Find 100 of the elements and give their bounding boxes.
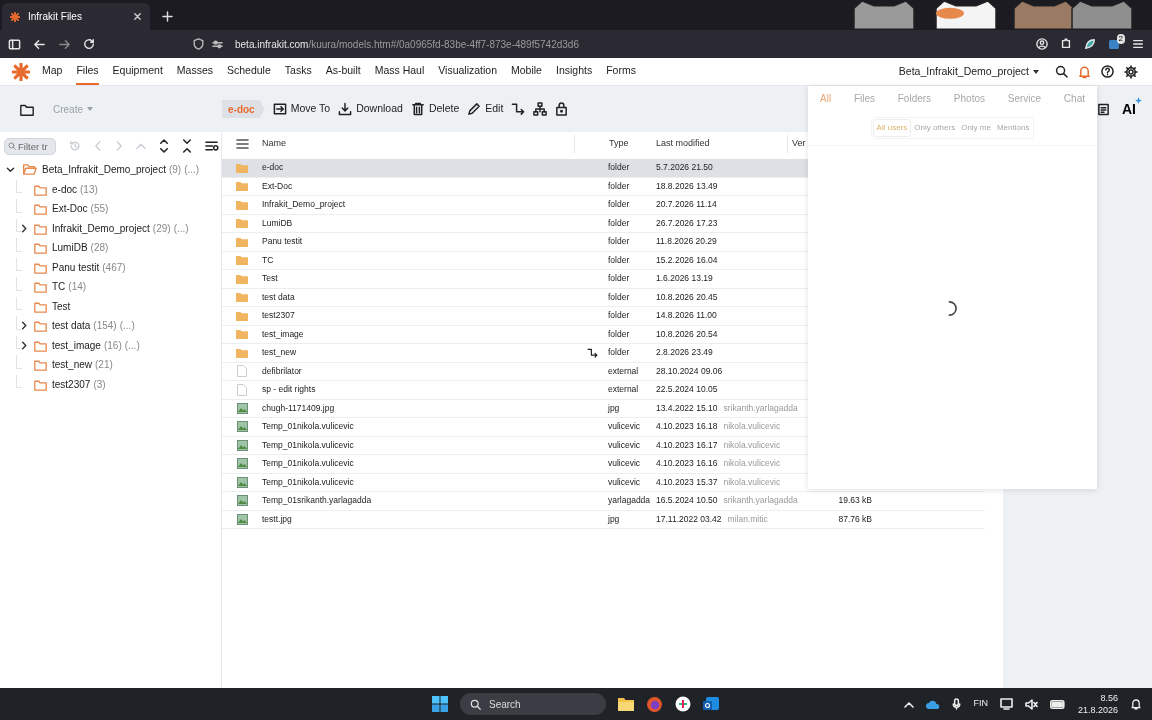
nav-tab[interactable]: Forms: [606, 58, 636, 85]
sidebar-icon[interactable]: [8, 37, 21, 51]
folder-icon: [33, 202, 48, 216]
tree-item[interactable]: test_image: [52, 337, 101, 353]
nav-tab[interactable]: Masses: [176, 58, 213, 85]
settings-icon[interactable]: [1124, 64, 1138, 79]
move-button[interactable]: Move To: [272, 101, 331, 117]
tree-item[interactable]: test_new: [52, 357, 93, 373]
new-tab-icon[interactable]: [162, 11, 173, 22]
url-field[interactable]: beta.infrakit.com/kuura/models.htm#/0a0965fd-83be-4ff7-873e-489f5742d3d6: [235, 36, 579, 52]
menu-icon[interactable]: [1132, 38, 1144, 50]
shortcut-icon[interactable]: [511, 102, 526, 116]
chevron-down-icon[interactable]: [6, 165, 15, 175]
account-icon[interactable]: [1036, 38, 1048, 50]
chat-app-icon[interactable]: [675, 696, 691, 712]
folder-icon: [236, 255, 248, 266]
nav-tab[interactable]: Schedule: [227, 58, 271, 85]
notification-badge: 2: [1116, 34, 1125, 44]
delete-button[interactable]: Delete: [410, 101, 460, 117]
table-cell: folder: [608, 273, 630, 284]
table-cell: nikola.vulicevic: [723, 420, 781, 434]
table-cell: 15.2.2026 16.04: [656, 253, 718, 267]
document-icon[interactable]: [1097, 102, 1110, 116]
search-icon: [8, 142, 16, 150]
project-dropdown[interactable]: Beta_Infrakit_Demo_project: [898, 63, 1039, 80]
cloud-icon[interactable]: [926, 699, 941, 709]
muted-speaker-icon[interactable]: [1024, 698, 1038, 710]
tree-item[interactable]: Beta_Infrakit_Demo_project: [42, 162, 166, 178]
column-header[interactable]: Name: [262, 137, 286, 151]
table-cell: srikanth.yarlagadda: [723, 494, 798, 508]
table-row[interactable]: Temp_01srikanth.yarlagadda yarlagadda 16.5.2024 10.50 srikanth.yarlagadda 19.63 kB: [222, 492, 985, 511]
image-icon: [236, 495, 248, 507]
column-header[interactable]: Last modified: [656, 137, 710, 151]
column-header[interactable]: Type: [609, 137, 629, 151]
tree-settings-icon[interactable]: [205, 140, 219, 152]
folder-icon[interactable]: [618, 697, 634, 711]
forward-icon[interactable]: [58, 37, 71, 51]
tree-item[interactable]: e-doc: [52, 181, 77, 197]
back-icon[interactable]: [33, 37, 46, 51]
tree-item[interactable]: Test: [52, 298, 71, 314]
item-count: (154): [93, 319, 117, 334]
clock[interactable]: 8.56 21.8.2026: [1077, 692, 1118, 716]
tree-item[interactable]: test2307: [52, 376, 91, 392]
column-menu-icon[interactable]: [235, 139, 249, 149]
table-cell: nikola.vulicevic: [723, 475, 781, 489]
nav-tab[interactable]: Mass Haul: [374, 58, 425, 85]
chevron-right-icon[interactable]: [20, 340, 28, 350]
mail-app-icon[interactable]: [703, 696, 720, 712]
extension-icon[interactable]: [1108, 38, 1120, 50]
leaf-icon[interactable]: [1084, 38, 1096, 50]
tree-item[interactable]: Ext-Doc: [52, 201, 88, 217]
permissions-icon[interactable]: [212, 38, 223, 50]
collapse-all-icon[interactable]: [182, 139, 192, 153]
chevron-right-icon[interactable]: [20, 321, 28, 331]
file-icon: [237, 365, 247, 378]
table-cell: jpg: [608, 402, 620, 413]
search-field[interactable]: Search: [460, 693, 606, 715]
microphone-icon[interactable]: [952, 698, 962, 710]
nav-tab[interactable]: Map: [42, 58, 63, 85]
bell-icon[interactable]: [1078, 64, 1091, 79]
network-icon[interactable]: [999, 698, 1013, 710]
ai-button[interactable]: AI: [1122, 98, 1140, 120]
search-icon[interactable]: [1055, 65, 1068, 78]
close-icon[interactable]: [133, 12, 142, 21]
table-cell: Infrakit_Demo_project: [262, 198, 346, 212]
tree-item[interactable]: TC: [52, 279, 66, 295]
expand-all-icon[interactable]: [159, 139, 169, 153]
notification-bell-icon[interactable]: [1130, 698, 1142, 710]
nav-tab[interactable]: As-built: [325, 58, 361, 85]
start-icon[interactable]: [432, 696, 448, 712]
chevron-up-icon[interactable]: [904, 700, 915, 708]
table-cell: 11.8.2026 20.29: [656, 235, 717, 249]
edit-button[interactable]: Edit: [467, 101, 504, 117]
table-row[interactable]: testt.jpg jpg 17.11.2022 03.42 milan.mitic 87.76 kB: [222, 510, 985, 529]
chevron-right-icon[interactable]: [20, 223, 28, 233]
language-indicator[interactable]: FIN: [973, 697, 988, 711]
tree-item[interactable]: Infrakit_Demo_project: [52, 220, 150, 236]
browser-tab[interactable]: Infrakit Files: [2, 3, 150, 30]
image-icon: [236, 439, 248, 451]
nav-tab[interactable]: Mobile: [511, 58, 542, 85]
lock-icon[interactable]: [555, 102, 569, 116]
app-logo-icon: [10, 11, 20, 22]
nav-tab[interactable]: Visualization: [438, 58, 498, 85]
hierarchy-icon[interactable]: [533, 102, 548, 116]
column-header[interactable]: Ver: [792, 137, 806, 151]
folder-icon: [33, 358, 48, 372]
filter-field[interactable]: Filter tr: [4, 137, 56, 155]
reload-icon[interactable]: [83, 38, 95, 50]
folder-icon: [236, 236, 248, 247]
download-button[interactable]: Download: [338, 101, 403, 117]
help-icon[interactable]: [1101, 65, 1114, 78]
tree-item[interactable]: test data: [52, 318, 91, 334]
tree-item[interactable]: LumiDB: [52, 240, 88, 256]
nav-tab[interactable]: Equipment: [112, 58, 163, 85]
table-cell: external: [608, 365, 639, 376]
browser-icon[interactable]: [646, 695, 663, 713]
tree-item[interactable]: Panu testit: [52, 259, 100, 275]
battery-icon[interactable]: [1049, 699, 1066, 709]
nav-tab[interactable]: Insights: [555, 58, 593, 85]
nav-tab[interactable]: Tasks: [284, 58, 312, 85]
